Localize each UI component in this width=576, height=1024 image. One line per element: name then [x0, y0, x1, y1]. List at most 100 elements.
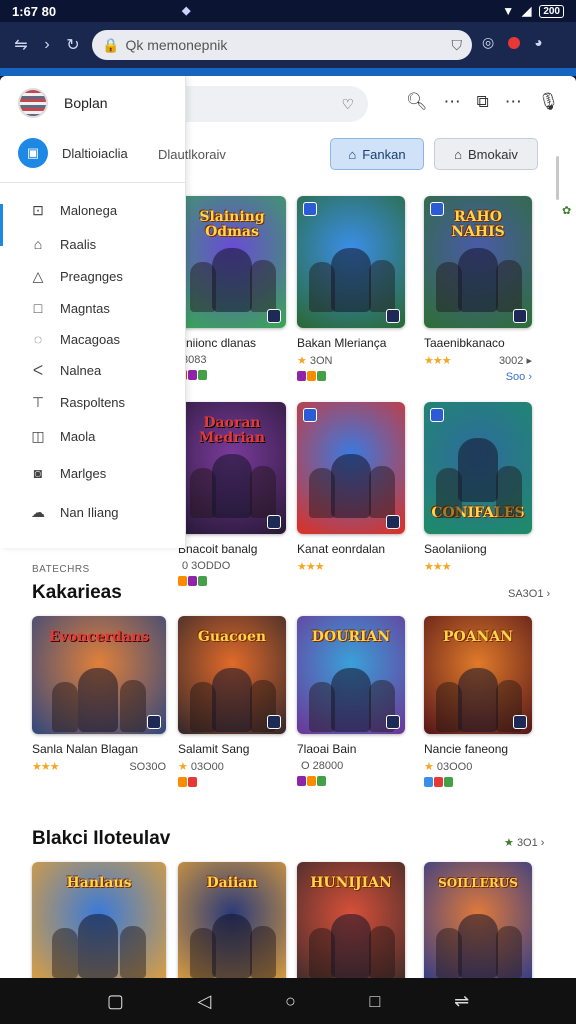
overflow-menu-icon[interactable]: ⋯	[505, 92, 522, 112]
menu-item-2[interactable]: △ Preagnges	[30, 268, 123, 285]
game-cover: Hanlaus	[32, 862, 166, 978]
section-eyebrow: BATECHRS	[32, 564, 90, 575]
accent-strip	[0, 68, 576, 76]
game-title: Nancie faneong	[424, 742, 509, 756]
recents-icon[interactable]: □	[370, 991, 381, 1012]
menu-item-0[interactable]: ⊡ Malonega	[30, 202, 117, 219]
see-all-link-2[interactable]: ★ 3O1 ›	[504, 836, 544, 849]
avatar[interactable]	[18, 88, 48, 118]
game-card-r3-3[interactable]: POANAN Nancie faneong ★ 03OO0	[424, 616, 532, 787]
dashboard-icon: ▣	[18, 138, 48, 168]
screenshot-icon[interactable]: ▢	[107, 991, 124, 1012]
character-shape	[52, 928, 78, 978]
game-card-r4-1[interactable]: Daiian	[178, 862, 286, 978]
menu-item-6[interactable]: ⊤ Raspoltens	[30, 394, 125, 411]
profile-icon[interactable]: ◕	[534, 34, 542, 51]
address-bar[interactable]: 🔒 Qk memonepnik ⛉	[92, 30, 472, 60]
character-shape	[458, 914, 498, 978]
drawer-tab-primary[interactable]: ▣ Dlaltioiaclia	[18, 138, 128, 168]
primary-button[interactable]: ⌂ Fankan	[330, 138, 424, 170]
character-shape	[331, 248, 371, 312]
browser-toolbar: ⇋ › ↻ 🔒 Qk memonepnik ⛉ ◎ ◕	[0, 22, 576, 68]
rotate-icon[interactable]: ⇌	[454, 991, 469, 1012]
side-handle-icon[interactable]: ✿	[562, 204, 571, 217]
platform-badge-icon	[386, 309, 400, 323]
cloud-icon: ☁︎	[31, 504, 45, 520]
game-card-r4-0[interactable]: Hanlaus	[32, 862, 166, 978]
notification-dot-icon: ◆	[182, 5, 191, 17]
forward-icon[interactable]: ›	[34, 36, 60, 54]
drawer-tab-secondary[interactable]: Dlautlkoraiv	[158, 147, 226, 162]
signal-icon: ◢	[522, 4, 532, 18]
game-card-r1-0[interactable]: Slaining Odmas Bniionc dlanas 3083	[178, 196, 286, 380]
game-card-r2-2[interactable]: CONIFALES Saolaniiong ★★★	[424, 402, 532, 573]
game-card-r2-0[interactable]: Daoran Medrian Bnacoit banalg 0 3ODDO	[178, 402, 286, 586]
tag-chips	[297, 371, 326, 381]
menu-item-7[interactable]: ◫ Maola	[30, 428, 95, 445]
game-card-r4-3[interactable]: SOILLERUS	[424, 862, 532, 978]
menu-item-4[interactable]: ◌ Macagoas	[30, 331, 120, 347]
game-card-r3-0[interactable]: Evoncerdans Sanla Nalan Blagan ★★★ SO30O	[32, 616, 166, 773]
home-nav-icon[interactable]: ○	[285, 991, 296, 1012]
game-card-r3-1[interactable]: Guacoen Salamit Sang ★ 03O00	[178, 616, 286, 787]
game-card-r4-2[interactable]: HUNIJIAN	[297, 862, 405, 978]
character-shape	[458, 248, 498, 312]
pin-icon: ⊤	[31, 394, 45, 410]
game-cover: Evoncerdans	[32, 616, 166, 734]
game-cover: Daoran Medrian	[178, 402, 286, 534]
game-card-r1-2[interactable]: RAHO NAHIS Taaenibkanaco ★★★ 3002 ▸ Soo ›	[424, 196, 532, 383]
app-icon	[303, 408, 317, 422]
tabs-icon[interactable]: ◎	[482, 34, 494, 51]
status-bar: 1:67 80 ◆ ▼ ◢ 200	[0, 0, 576, 22]
game-cover: CONIFALES	[424, 402, 532, 534]
shield-icon[interactable]: ⛉	[452, 37, 463, 54]
star-rating: ★★★	[424, 561, 452, 573]
game-title: Saolaniiong	[424, 542, 487, 556]
menu-item-5[interactable]: ᐸ Nalnea	[30, 362, 101, 379]
character-shape	[331, 454, 371, 518]
character-shape	[331, 914, 371, 978]
game-title: Bakan Mleriança	[297, 336, 387, 350]
character-shape	[212, 248, 252, 312]
game-cover	[297, 196, 405, 328]
back-nav-icon[interactable]: ◁	[198, 991, 212, 1012]
more-icon[interactable]: ⋯	[444, 92, 461, 112]
game-card-r1-1[interactable]: Bakan Mleriança ★ 3ON	[297, 196, 405, 381]
character-shape	[120, 680, 146, 732]
secondary-button[interactable]: ⌂ Bmokaiv	[434, 138, 538, 170]
tag-icon: ⌂	[454, 146, 462, 162]
game-title: Salamit Sang	[178, 742, 250, 756]
see-more-link[interactable]: Soo ›	[424, 371, 532, 383]
notification-badge-icon[interactable]	[508, 37, 521, 49]
scrollbar[interactable]	[556, 156, 559, 200]
star-rating: ★★★	[424, 355, 452, 367]
tag-chips	[297, 776, 326, 786]
chat-icon: ◌	[33, 331, 43, 347]
back-icon: ᐸ	[32, 362, 44, 378]
character-shape	[78, 668, 118, 732]
menu-item-1[interactable]: ⌂ Raalis	[30, 236, 96, 252]
menu-item-9[interactable]: ☁︎ Nan Iliang	[30, 504, 119, 521]
tag-chips	[178, 576, 207, 586]
microphone-icon[interactable]: 🎙︎	[538, 92, 560, 112]
platform-badge-icon	[386, 515, 400, 529]
game-card-r2-1[interactable]: Kanat eonrdalan ★★★	[297, 402, 405, 573]
square-icon: □	[33, 300, 43, 316]
heart-icon[interactable]: ♡	[341, 96, 354, 113]
wifi-icon: ▼	[502, 4, 515, 18]
image-icon: ⊡	[32, 202, 44, 218]
window-icon[interactable]: ⧉	[477, 92, 489, 112]
game-card-r3-2[interactable]: DOURIAN 7laoai Bain O 28000	[297, 616, 405, 786]
menu-item-8[interactable]: ◙ Marlges	[30, 465, 106, 481]
character-shape	[212, 914, 252, 978]
menu-arrows-icon[interactable]: ⇋	[8, 35, 34, 55]
game-cover: Slaining Odmas	[178, 196, 286, 328]
menu-item-3[interactable]: □ Magntas	[30, 300, 110, 316]
star-icon: ★	[504, 837, 514, 849]
character-shape	[458, 438, 498, 502]
search-icon[interactable]: 🔍︎	[406, 92, 428, 112]
lock-icon: 🔒	[102, 36, 120, 53]
message-icon: ◙	[33, 465, 43, 481]
reload-icon[interactable]: ↻	[60, 35, 86, 55]
see-all-link[interactable]: SA3O1 ›	[508, 588, 550, 600]
